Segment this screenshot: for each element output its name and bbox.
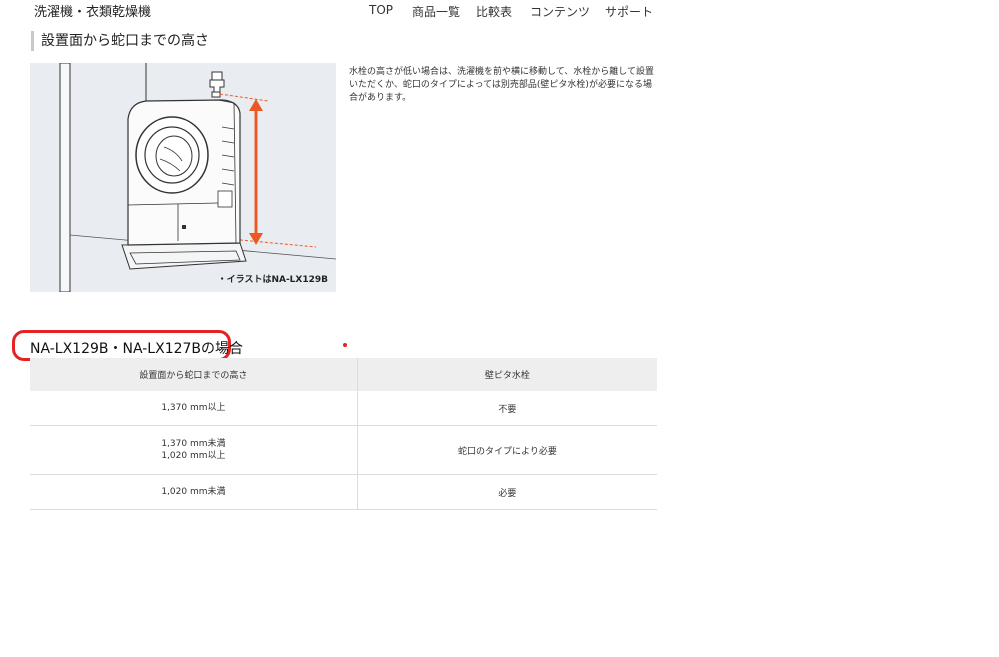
height-value: 1,370 mm以上 — [161, 403, 226, 413]
washer-illustration-svg — [30, 63, 336, 292]
height-cell: 1,370 mm以上 — [30, 391, 358, 426]
height-cell: 1,020 mm未満 — [30, 474, 358, 510]
installation-description: 水栓の高さが低い場合は、洗濯機を前や横に移動して、水栓から離して設置いただくか、… — [349, 67, 655, 103]
site-brand[interactable]: 洗濯機・衣類乾燥機 — [34, 1, 151, 20]
table-row: 1,370 mm未満 1,020 mm以上 蛇口のタイプにより必要 — [30, 425, 657, 475]
nav-compare[interactable]: 比較表 — [476, 3, 512, 20]
nav-top[interactable]: TOP — [369, 3, 393, 17]
height-value: 1,020 mm未満 — [161, 487, 226, 497]
annotation-dot — [343, 343, 347, 347]
table-header-row: 設置面から蛇口までの高さ 壁ピタ水栓 — [30, 358, 657, 391]
nav-contents[interactable]: コンテンツ — [530, 3, 590, 20]
table-header-height: 設置面から蛇口までの高さ — [30, 358, 358, 391]
washer-icon — [127, 99, 241, 246]
required-cell: 不要 — [356, 391, 657, 426]
site-header: 洗濯機・衣類乾燥機 TOP 商品一覧 比較表 コンテンツ サポート — [0, 0, 670, 22]
table-header-wall-faucet: 壁ピタ水栓 — [356, 358, 657, 391]
model-heading: NA-LX129B・NA-LX127Bの場合 — [30, 341, 244, 357]
required-cell: 蛇口のタイプにより必要 — [356, 425, 657, 475]
height-cell: 1,370 mm未満 1,020 mm以上 — [30, 425, 358, 475]
faucet-height-table: 設置面から蛇口までの高さ 壁ピタ水栓 1,370 mm以上 不要 1,370 m… — [30, 358, 657, 510]
height-value: 1,020 mm以上 — [161, 451, 226, 461]
illustration-caption: ・イラストはNA-LX129B — [217, 275, 328, 285]
table-row: 1,370 mm以上 不要 — [30, 391, 657, 426]
height-value: 1,370 mm未満 — [161, 439, 226, 449]
section-title: 設置面から蛇口までの高さ — [31, 31, 209, 51]
required-cell: 必要 — [356, 474, 657, 510]
table-row: 1,020 mm未満 必要 — [30, 474, 657, 510]
installation-illustration: ・イラストはNA-LX129B — [30, 63, 336, 292]
nav-support[interactable]: サポート — [605, 3, 653, 20]
nav-products[interactable]: 商品一覧 — [412, 3, 460, 20]
